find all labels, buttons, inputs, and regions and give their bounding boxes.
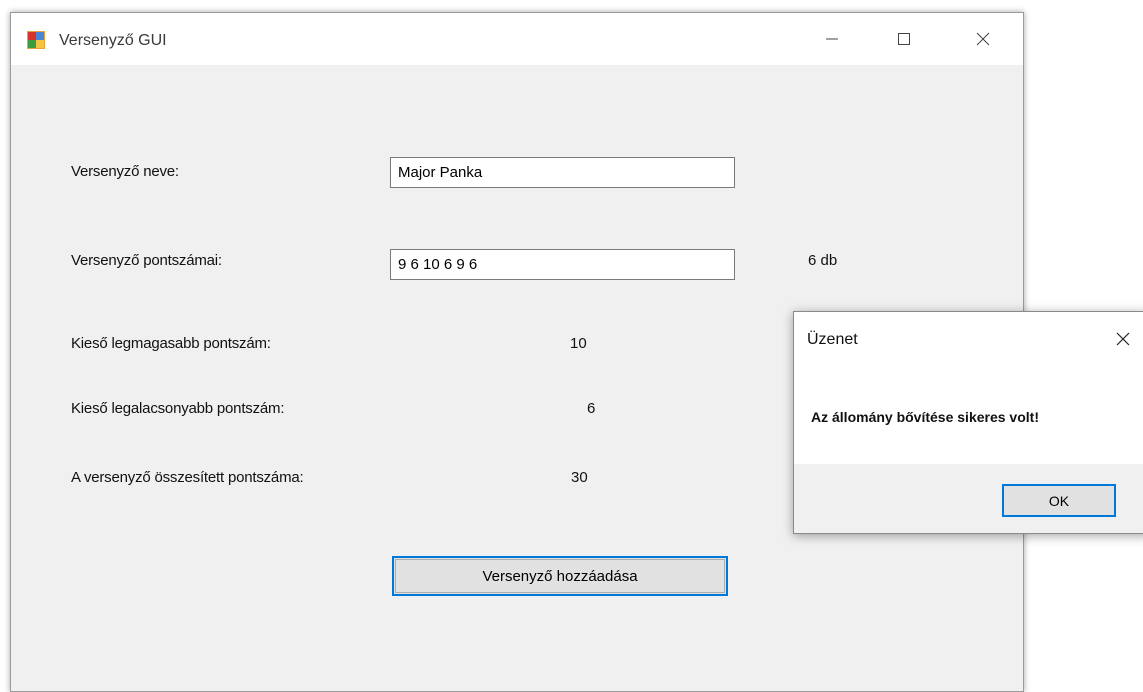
max-score-label: Kieső legmagasabb pontszám: [71, 335, 271, 352]
scores-label: Versenyző pontszámai: [71, 252, 222, 269]
minimize-button[interactable] [809, 19, 855, 59]
total-score-label: A versenyző összesített pontszáma: [71, 469, 304, 486]
minimize-icon [826, 38, 838, 40]
close-icon [976, 32, 990, 46]
scores-count: 6 db [808, 252, 838, 269]
add-competitor-button[interactable]: Versenyző hozzáadása [392, 556, 728, 596]
min-score-label: Kieső legalacsonyabb pontszám: [71, 400, 285, 417]
close-icon [1116, 332, 1130, 346]
max-score-value: 10 [570, 335, 587, 352]
min-score-value: 6 [587, 400, 596, 417]
message-dialog: Üzenet Az állomány bővítése sikeres volt… [793, 311, 1143, 534]
maximize-icon [898, 33, 910, 45]
total-score-value: 30 [571, 469, 588, 486]
dialog-close-button[interactable] [1106, 324, 1140, 354]
dialog-message: Az állomány bővítése sikeres volt! [811, 409, 1039, 425]
name-input[interactable] [390, 157, 735, 188]
title-bar[interactable]: Versenyző GUI [11, 13, 1023, 65]
close-button[interactable] [960, 19, 1006, 59]
name-label: Versenyző neve: [71, 163, 179, 180]
app-icon [27, 31, 45, 49]
scores-input[interactable] [390, 249, 735, 280]
ok-button[interactable]: OK [1002, 484, 1116, 517]
maximize-button[interactable] [881, 19, 927, 59]
window-title: Versenyző GUI [59, 32, 167, 49]
dialog-footer: OK [794, 464, 1143, 533]
dialog-title: Üzenet [807, 331, 858, 348]
